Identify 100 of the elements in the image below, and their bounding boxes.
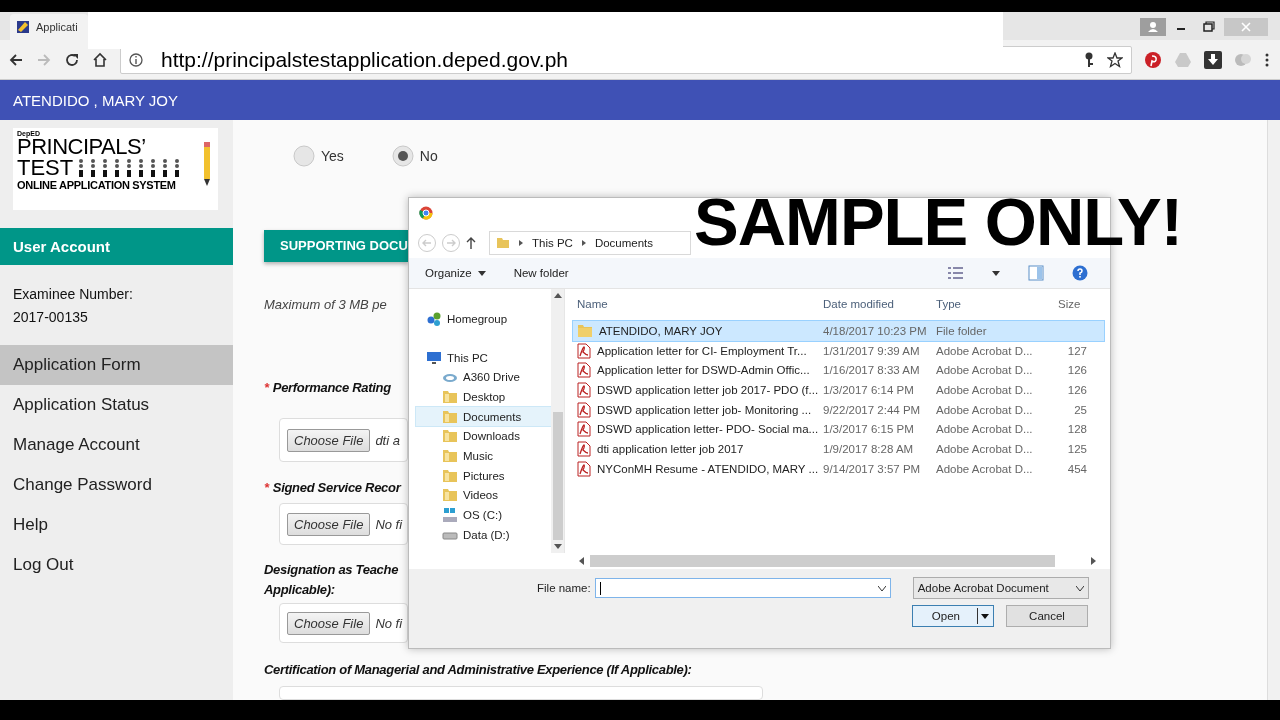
caret-icon[interactable]: [992, 270, 1000, 276]
download-icon[interactable]: [1204, 50, 1222, 69]
file-name: Application letter for DSWD-Admin Offic...: [597, 364, 810, 377]
file-name: No fi: [375, 615, 403, 631]
homegroup-icon: [426, 310, 442, 327]
choose-file-button[interactable]: Choose File: [287, 512, 371, 536]
file-row[interactable]: Application letter for CI- Employment Tr... 1/31/2017 9:39 AM Adobe Acrobat D... 127: [573, 340, 1104, 361]
chevron-icon: [580, 239, 587, 247]
file-row[interactable]: NYConMH Resume - ATENDIDO, MARY ... 9/14/2017 3:57 PM Adobe Acrobat D... 454: [573, 458, 1104, 479]
scroll-left-icon[interactable]: [579, 557, 584, 565]
sidebar-item[interactable]: Manage Account: [0, 425, 233, 465]
file-name: No fi: [375, 516, 403, 532]
help-icon[interactable]: [1072, 265, 1088, 281]
sidebar-item[interactable]: Application Status: [0, 385, 233, 425]
file-input[interactable]: Choose File No fi: [279, 503, 408, 545]
file-row[interactable]: DSWD application letter- PDO- Social ma... 1/3/2017 6:15 PM Adobe Acrobat D... 128: [573, 419, 1104, 440]
folder-icon: [496, 236, 510, 250]
field-label: Signed Service Recor: [272, 479, 401, 497]
nav-item[interactable]: This PC: [416, 347, 551, 368]
breadcrumb-item[interactable]: Documents: [594, 237, 654, 249]
reload-icon[interactable]: [64, 51, 80, 68]
pdf-file-icon: [577, 401, 591, 418]
browser-tab[interactable]: Applicati: [10, 14, 88, 40]
file-input[interactable]: [279, 686, 763, 700]
view-icon[interactable]: [948, 267, 964, 279]
column-header[interactable]: Name: [573, 298, 819, 310]
choose-file-button[interactable]: Choose File: [287, 611, 371, 635]
folder-icon: [442, 447, 458, 464]
examinee-label: Examinee Number:: [13, 285, 134, 304]
nav-item[interactable]: OS (C:): [416, 505, 551, 525]
file-date: 4/18/2017 10:23 PM: [822, 324, 928, 337]
toolbar-button[interactable]: Organize: [425, 267, 472, 279]
field-label: Certification of Managerial and Administrative Experience (If Applicable):: [264, 661, 692, 679]
file-type: Adobe Acrobat D...: [935, 442, 1034, 455]
file-date: 1/3/2017 6:15 PM: [822, 423, 915, 436]
pinterest-icon[interactable]: [1144, 50, 1162, 69]
chevron-icon: [518, 239, 524, 247]
radio-button[interactable]: [391, 145, 414, 167]
nav-item[interactable]: Videos: [416, 485, 551, 506]
radio-label: No: [419, 148, 438, 164]
breadcrumb-bar[interactable]: This PC Documents: [489, 231, 691, 255]
sidebar-item[interactable]: Log Out: [0, 545, 233, 585]
breadcrumb-item[interactable]: This PC: [532, 237, 573, 249]
nav-item[interactable]: Documents: [416, 406, 551, 427]
file-row[interactable]: Application letter for DSWD-Admin Offic... 1/16/2017 8:33 AM Adobe Acrobat D... 126: [573, 360, 1104, 381]
file-row[interactable]: dti application letter job 2017 1/9/2017 8:28 AM Adobe Acrobat D... 125: [573, 439, 1104, 459]
back-icon[interactable]: [8, 51, 24, 68]
caret-icon[interactable]: [477, 270, 486, 276]
toolbar-button[interactable]: New folder: [513, 267, 569, 279]
column-header[interactable]: Type: [932, 298, 1040, 310]
file-name: DSWD application letter job 2017- PDO (f...: [597, 383, 819, 396]
file-row[interactable]: DSWD application letter job 2017- PDO (f... 1/3/2017 6:14 PM Adobe Acrobat D... 126: [573, 380, 1104, 400]
file-type: Adobe Acrobat D...: [935, 423, 1034, 436]
up-arrow-icon[interactable]: [465, 236, 477, 250]
field-label: Performance Rating: [272, 379, 391, 397]
file-row[interactable]: ATENDIDO, MARY JOY 4/18/2017 10:23 PM File folder: [573, 321, 1104, 341]
file-type: Adobe Acrobat D...: [935, 344, 1034, 357]
home-icon[interactable]: [92, 51, 108, 68]
sidebar-item[interactable]: Application Form: [0, 345, 233, 385]
choose-file-button[interactable]: Choose File: [287, 428, 371, 452]
nav-item[interactable]: Data (D:): [416, 524, 551, 545]
key-icon[interactable]: [1083, 51, 1095, 68]
nav-item[interactable]: Pictures: [416, 465, 551, 486]
nav-item[interactable]: Homegroup: [416, 309, 551, 329]
file-name: NYConMH Resume - ATENDIDO, MARY ...: [597, 462, 819, 475]
folder-icon: [442, 388, 458, 405]
file-date: 1/9/2017 8:28 AM: [822, 442, 915, 455]
file-type-dropdown[interactable]: Adobe Acrobat Document: [912, 577, 1089, 599]
nav-item[interactable]: Music: [416, 446, 551, 466]
file-input[interactable]: Choose File dti a: [279, 418, 408, 462]
cancel-button[interactable]: Cancel: [1006, 605, 1088, 627]
file-type: Adobe Acrobat D...: [935, 462, 1034, 475]
file-row[interactable]: DSWD application letter job- Monitoring ... 9/22/2017 2:44 PM Adobe Acrobat D... 25: [573, 399, 1104, 420]
open-button[interactable]: Open: [912, 605, 994, 627]
scroll-up-icon[interactable]: [553, 293, 562, 298]
column-header[interactable]: Size: [1040, 298, 1095, 310]
file-name-field[interactable]: [594, 578, 891, 598]
file-size: 25: [1073, 403, 1088, 416]
scrollbar[interactable]: [1267, 120, 1280, 700]
radio-button[interactable]: [293, 145, 315, 167]
scroll-down-icon[interactable]: [553, 544, 562, 549]
info-icon: [129, 52, 143, 67]
logo-title: PRINCIPALS’: [17, 137, 147, 157]
nav-item[interactable]: Desktop: [416, 387, 551, 407]
scrollbar[interactable]: [551, 289, 564, 553]
nav-item[interactable]: A360 Drive: [416, 367, 551, 388]
nav-item[interactable]: Downloads: [416, 426, 551, 447]
scroll-thumb[interactable]: [590, 555, 1055, 567]
file-size: 454: [1066, 462, 1088, 475]
star-icon[interactable]: [1107, 51, 1123, 68]
menu-icon[interactable]: [1264, 51, 1270, 68]
scroll-right-icon[interactable]: [1091, 557, 1096, 565]
file-input[interactable]: Choose File No fi: [279, 603, 408, 643]
sidebar-item[interactable]: Change Password: [0, 465, 233, 505]
section-button[interactable]: SUPPORTING DOCU: [264, 230, 408, 262]
column-header[interactable]: Date modified: [819, 298, 932, 310]
folder-icon: [442, 408, 458, 425]
scroll-thumb[interactable]: [552, 412, 563, 540]
caret-icon: [877, 585, 886, 591]
sidebar-item[interactable]: Help: [0, 505, 233, 545]
